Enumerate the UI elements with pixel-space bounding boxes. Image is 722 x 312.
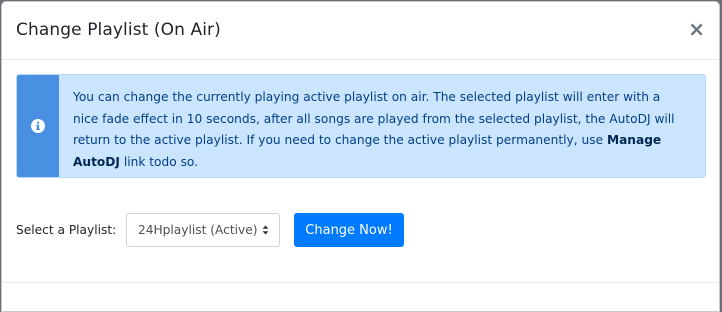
- alert-message: You can change the currently playing act…: [73, 87, 689, 173]
- modal-header: Change Playlist (On Air) ×: [2, 2, 719, 60]
- alert-text-before: You can change the currently playing act…: [73, 90, 675, 147]
- playlist-form-row: Select a Playlist: 24Hplaylist (Active) …: [16, 213, 436, 247]
- info-circle-icon: [31, 119, 45, 133]
- alert-icon-bar: [17, 75, 59, 177]
- playlist-select[interactable]: 24Hplaylist (Active): [126, 213, 280, 247]
- alert-text-after: link todo so.: [119, 154, 199, 169]
- modal-footer: [2, 282, 719, 311]
- change-playlist-modal: Change Playlist (On Air) × You can chang…: [1, 1, 720, 312]
- info-alert: You can change the currently playing act…: [16, 74, 706, 178]
- playlist-select-value: 24Hplaylist (Active): [138, 223, 258, 237]
- select-caret-icon: [262, 224, 269, 236]
- modal-title: Change Playlist (On Air): [16, 20, 221, 40]
- select-playlist-label: Select a Playlist:: [16, 223, 117, 237]
- change-now-button[interactable]: Change Now!: [294, 213, 404, 247]
- close-button[interactable]: ×: [688, 19, 705, 39]
